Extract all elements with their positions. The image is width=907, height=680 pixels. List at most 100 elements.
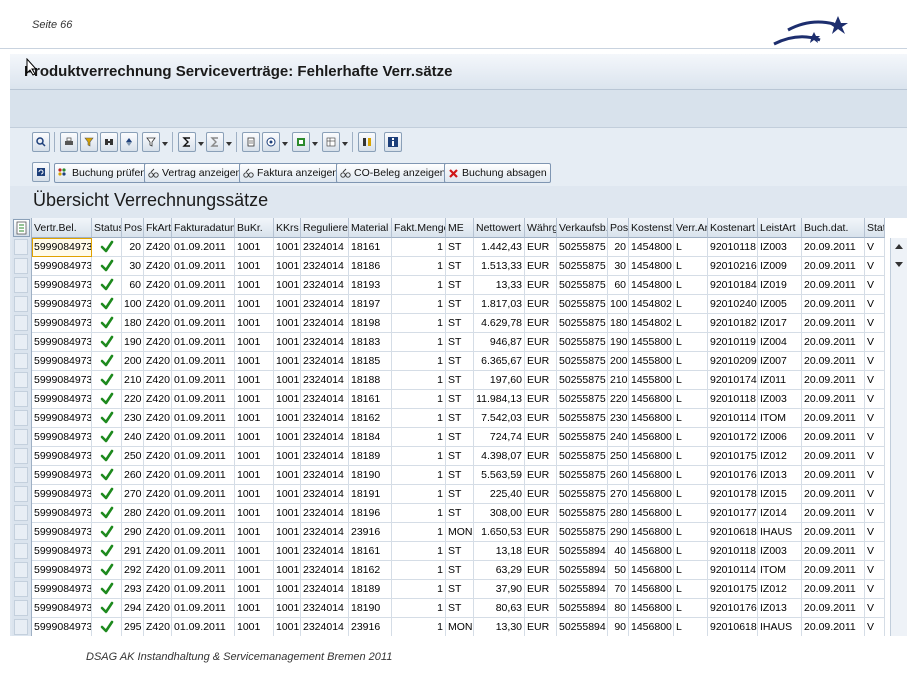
table-cell[interactable]: L <box>674 238 708 257</box>
table-cell[interactable]: V <box>865 523 885 542</box>
table-cell[interactable]: 01.09.2011 <box>172 523 235 542</box>
table-cell[interactable]: 01.09.2011 <box>172 295 235 314</box>
table-cell[interactable]: 20.09.2011 <box>802 542 865 561</box>
chevron-down-icon[interactable] <box>282 142 288 146</box>
table-row[interactable]: 5999084973 20 Z420 01.09.2011 1001 1001 232401… <box>32 238 885 257</box>
table-cell[interactable]: EUR <box>525 542 557 561</box>
table-cell[interactable]: 1001 <box>235 371 274 390</box>
table-cell[interactable]: ST <box>446 371 474 390</box>
table-cell[interactable]: 5999084973 <box>32 257 92 276</box>
table-cell[interactable]: 01.09.2011 <box>172 390 235 409</box>
table-cell[interactable]: V <box>865 485 885 504</box>
table-cell[interactable]: IZ017 <box>758 314 802 333</box>
table-cell[interactable]: 250 <box>122 447 144 466</box>
table-cell[interactable]: 50255875 <box>557 333 608 352</box>
row-selector[interactable] <box>14 315 28 331</box>
status-cell[interactable] <box>92 295 122 314</box>
column-header[interactable]: Regulierer <box>301 218 349 238</box>
table-cell[interactable]: Z420 <box>144 542 172 561</box>
table-cell[interactable]: L <box>674 447 708 466</box>
show-contract-button[interactable]: Vertrag anzeigen <box>144 163 246 183</box>
column-header[interactable]: Nettowert <box>474 218 525 238</box>
table-cell[interactable]: 2324014 <box>301 295 349 314</box>
table-cell[interactable]: 4.629,78 <box>474 314 525 333</box>
table-cell[interactable]: 1454800 <box>629 276 674 295</box>
table-cell[interactable]: 20.09.2011 <box>802 352 865 371</box>
column-header[interactable]: FkArt <box>144 218 172 238</box>
table-cell[interactable]: 18189 <box>349 580 392 599</box>
table-cell[interactable]: 50255875 <box>557 447 608 466</box>
table-cell[interactable]: 1001 <box>235 485 274 504</box>
table-cell[interactable]: 60 <box>122 276 144 295</box>
table-cell[interactable]: 1001 <box>235 542 274 561</box>
table-cell[interactable]: 92010178 <box>708 485 758 504</box>
table-cell[interactable]: 270 <box>608 485 629 504</box>
cancel-posting-button[interactable]: Buchung absagen <box>444 163 551 183</box>
table-cell[interactable]: IZ006 <box>758 428 802 447</box>
table-cell[interactable]: ST <box>446 428 474 447</box>
table-cell[interactable]: ST <box>446 238 474 257</box>
table-row[interactable]: 5999084973 292 Z420 01.09.2011 1001 1001 23240… <box>32 561 885 580</box>
table-cell[interactable]: V <box>865 580 885 599</box>
table-cell[interactable]: 18190 <box>349 599 392 618</box>
table-cell[interactable]: ST <box>446 580 474 599</box>
table-cell[interactable]: EUR <box>525 561 557 580</box>
table-cell[interactable]: 1.442,43 <box>474 238 525 257</box>
status-cell[interactable] <box>92 238 122 257</box>
table-cell[interactable]: 92010240 <box>708 295 758 314</box>
table-cell[interactable]: EUR <box>525 409 557 428</box>
table-cell[interactable]: 1455800 <box>629 333 674 352</box>
table-cell[interactable]: 1001 <box>274 542 301 561</box>
status-cell[interactable] <box>92 542 122 561</box>
table-cell[interactable]: 1456800 <box>629 542 674 561</box>
column-header[interactable]: Verr.Art <box>674 218 708 238</box>
table-cell[interactable]: 18185 <box>349 352 392 371</box>
column-header[interactable]: Verkaufsb. <box>557 218 608 238</box>
table-cell[interactable]: 1001 <box>235 618 274 636</box>
table-cell[interactable]: 308,00 <box>474 504 525 523</box>
table-cell[interactable]: 50255875 <box>557 314 608 333</box>
table-cell[interactable]: 92010119 <box>708 333 758 352</box>
table-cell[interactable]: 100 <box>608 295 629 314</box>
table-cell[interactable]: IZ015 <box>758 485 802 504</box>
table-cell[interactable]: 1001 <box>274 371 301 390</box>
table-cell[interactable]: 1001 <box>235 580 274 599</box>
table-cell[interactable]: L <box>674 428 708 447</box>
table-cell[interactable]: IZ014 <box>758 504 802 523</box>
show-invoice-button[interactable]: Faktura anzeigen <box>239 163 343 183</box>
table-cell[interactable]: 1456800 <box>629 523 674 542</box>
table-cell[interactable]: IZ003 <box>758 390 802 409</box>
table-cell[interactable]: 50255875 <box>557 466 608 485</box>
table-cell[interactable]: 92010182 <box>708 314 758 333</box>
table-cell[interactable]: IZ005 <box>758 295 802 314</box>
table-cell[interactable]: 30 <box>122 257 144 276</box>
table-cell[interactable]: ITOM <box>758 561 802 580</box>
table-cell[interactable]: 50255875 <box>557 523 608 542</box>
table-cell[interactable]: 280 <box>608 504 629 523</box>
table-cell[interactable]: EUR <box>525 371 557 390</box>
table-cell[interactable]: 1454802 <box>629 295 674 314</box>
column-header[interactable]: Währg <box>525 218 557 238</box>
table-cell[interactable]: 4.398,07 <box>474 447 525 466</box>
row-selector[interactable] <box>14 467 28 483</box>
table-cell[interactable]: 20.09.2011 <box>802 314 865 333</box>
table-cell[interactable]: ST <box>446 485 474 504</box>
table-cell[interactable]: 50 <box>608 561 629 580</box>
table-cell[interactable]: 01.09.2011 <box>172 485 235 504</box>
table-cell[interactable]: 1456800 <box>629 447 674 466</box>
table-cell[interactable]: L <box>674 352 708 371</box>
table-cell[interactable]: V <box>865 561 885 580</box>
table-cell[interactable]: V <box>865 371 885 390</box>
show-co-doc-button[interactable]: CO-Beleg anzeigen <box>336 163 450 183</box>
column-header[interactable]: BuKr. <box>235 218 274 238</box>
table-cell[interactable]: 1001 <box>274 276 301 295</box>
table-cell[interactable]: 1001 <box>274 428 301 447</box>
table-cell[interactable]: 92010172 <box>708 428 758 447</box>
table-cell[interactable]: 1454800 <box>629 257 674 276</box>
table-cell[interactable]: 5999084973 <box>32 276 92 295</box>
table-cell[interactable]: 1 <box>392 371 446 390</box>
row-selector[interactable] <box>14 562 28 578</box>
select-all-icon[interactable] <box>13 219 30 237</box>
table-cell[interactable]: IZ012 <box>758 580 802 599</box>
table-cell[interactable]: L <box>674 523 708 542</box>
